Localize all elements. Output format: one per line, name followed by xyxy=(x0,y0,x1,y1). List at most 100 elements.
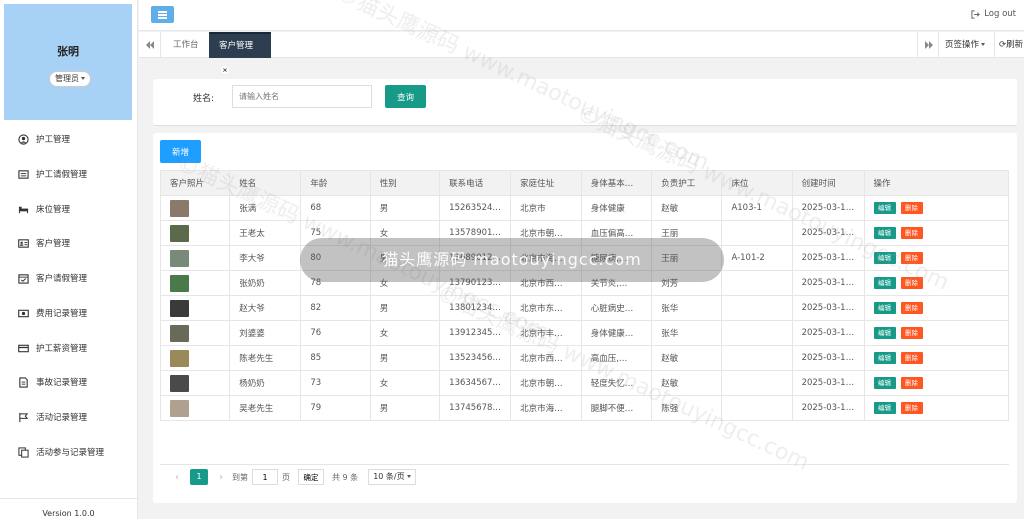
sidebar-item-nurse-leave[interactable]: 护工请假管理 xyxy=(0,160,137,188)
delete-button[interactable]: 删除 xyxy=(900,202,923,214)
photo-cell xyxy=(159,245,231,271)
edit-button[interactable]: 编辑 xyxy=(873,202,896,214)
money-icon xyxy=(18,309,29,317)
sidebar-item-label: 费用记录管理 xyxy=(36,309,88,319)
address-cell: 北京市东… xyxy=(510,295,582,321)
delete-button[interactable]: 删除 xyxy=(900,227,923,239)
sidebar-item-customer-leave[interactable]: 客户请假管理 xyxy=(0,264,137,292)
tab-ops-label: 页签操作 xyxy=(945,40,980,50)
edit-button[interactable]: 编辑 xyxy=(873,327,896,339)
created-cell: 2025-03-1… xyxy=(791,245,865,271)
sidebar-item-label: 活动记录管理 xyxy=(36,413,88,423)
delete-button[interactable]: 删除 xyxy=(900,327,923,339)
add-customer-button[interactable]: 新增 xyxy=(160,140,201,163)
nurse-cell: 赵敏 xyxy=(651,195,723,221)
search-button[interactable]: 查询 xyxy=(385,85,426,108)
search-panel: 姓名: 查询 xyxy=(153,79,1017,126)
created-cell: 2025-03-1… xyxy=(791,320,865,346)
customer-photo xyxy=(170,299,189,317)
created-cell: 2025-03-1… xyxy=(791,270,865,296)
age-cell: 68 xyxy=(300,195,371,221)
page-jump-confirm-button[interactable]: 确定 xyxy=(298,469,324,485)
age-cell: 79 xyxy=(300,395,371,421)
table-row: 赵大爷 82 男 13801234… 北京市东… 心脏病史… 张华 2025-03-1… 编辑删… xyxy=(159,295,1010,321)
phone-cell: 13912345… xyxy=(439,320,512,346)
created-cell: 2025-03-1… xyxy=(791,345,865,371)
close-icon[interactable]: × xyxy=(221,65,229,74)
sidebar-item-customer[interactable]: 客户管理 xyxy=(0,229,137,257)
name-cell: 赵大爷 xyxy=(229,295,302,321)
page-1-button[interactable]: 1 xyxy=(190,469,208,485)
nurse-cell: 陈强 xyxy=(651,395,723,421)
health-cell: 轻度失忆… xyxy=(580,370,653,396)
menu-toggle-button[interactable] xyxy=(151,6,174,23)
edit-button[interactable]: 编辑 xyxy=(873,402,896,414)
sidebar-item-label: 事故记录管理 xyxy=(36,378,88,388)
sidebar-item-salary[interactable]: 护工薪资管理 xyxy=(0,334,137,362)
health-cell: 腿脚不便… xyxy=(580,395,653,421)
phone-cell: 13801234… xyxy=(439,295,512,321)
tab-operations-dropdown[interactable]: 页签操作 xyxy=(945,32,986,58)
delete-button[interactable]: 删除 xyxy=(900,402,923,414)
name-cell: 李大爷 xyxy=(229,245,302,271)
bed-icon xyxy=(18,206,29,213)
edit-button[interactable]: 编辑 xyxy=(873,302,896,314)
phone-cell: 13745678… xyxy=(439,395,512,421)
next-page-icon[interactable]: › xyxy=(214,472,228,483)
phone-cell: 13523456… xyxy=(439,345,512,371)
caret-down-icon xyxy=(981,43,986,46)
address-cell: 北京市 xyxy=(510,195,582,221)
page-size-select[interactable]: 10 条/页 xyxy=(368,469,416,485)
sidebar-item-accident[interactable]: 事故记录管理 xyxy=(0,368,137,396)
copy-icon xyxy=(18,446,29,458)
sidebar-item-label: 客户管理 xyxy=(36,239,71,249)
name-cell: 张满 xyxy=(229,195,302,221)
bed-cell xyxy=(721,370,793,396)
tab-workbench[interactable]: 工作台 xyxy=(163,32,209,58)
sidebar-item-nurse[interactable]: 护工管理 xyxy=(0,125,137,153)
table-row: 刘婆婆 76 女 13912345… 北京市丰… 身体健康… 张华 2025-03-1… 编辑删… xyxy=(159,320,1010,346)
sidebar-item-label: 床位管理 xyxy=(36,205,71,215)
sidebar-item-activity-join[interactable]: 活动参与记录管理 xyxy=(0,438,137,466)
nurse-cell: 赵敏 xyxy=(651,370,723,396)
age-cell: 82 xyxy=(300,295,371,321)
edit-button[interactable]: 编辑 xyxy=(873,252,896,264)
refresh-button[interactable]: ⟳刷新 xyxy=(994,32,1024,58)
edit-button[interactable]: 编辑 xyxy=(873,227,896,239)
role-dropdown[interactable]: 管理员 xyxy=(49,71,91,87)
edit-button[interactable]: 编辑 xyxy=(873,352,896,364)
col-name: 姓名 xyxy=(229,170,302,196)
phone-cell: 13634567… xyxy=(439,370,512,396)
name-label: 姓名: xyxy=(193,94,215,104)
gender-cell: 女 xyxy=(369,320,441,346)
delete-button[interactable]: 删除 xyxy=(900,352,923,364)
edit-button[interactable]: 编辑 xyxy=(873,377,896,389)
page-jump-input[interactable] xyxy=(252,469,278,485)
name-search-input[interactable] xyxy=(232,85,372,108)
delete-button[interactable]: 删除 xyxy=(900,252,923,264)
flag-icon xyxy=(19,412,29,422)
logout-link[interactable]: Log out xyxy=(971,9,1016,19)
delete-button[interactable]: 删除 xyxy=(900,302,923,314)
edit-button[interactable]: 编辑 xyxy=(873,277,896,289)
created-cell: 2025-03-1… xyxy=(791,220,865,246)
gender-cell: 男 xyxy=(369,195,441,221)
credit-card-icon xyxy=(18,344,29,352)
watermark-banner: 猫头鹰源码 maotouyingcc.com xyxy=(300,238,724,282)
col-nurse: 负责护工 xyxy=(651,170,723,196)
role-label: 管理员 xyxy=(55,74,79,83)
delete-button[interactable]: 删除 xyxy=(900,277,923,289)
sidebar-item-bed[interactable]: 床位管理 xyxy=(0,195,137,223)
age-cell: 85 xyxy=(300,345,371,371)
customer-photo xyxy=(170,399,189,417)
tab-customer-management[interactable]: 客户管理 × xyxy=(209,32,271,74)
prev-page-icon[interactable]: ‹ xyxy=(170,472,184,483)
tab-scroll-left-button[interactable] xyxy=(139,32,161,58)
sidebar-item-fee[interactable]: 费用记录管理 xyxy=(0,299,137,327)
sidebar-item-activity[interactable]: 活动记录管理 xyxy=(0,403,137,431)
delete-button[interactable]: 删除 xyxy=(900,377,923,389)
address-cell: 北京市丰… xyxy=(510,320,582,346)
tab-scroll-right-button[interactable] xyxy=(917,32,939,58)
name-cell: 王老太 xyxy=(229,220,302,246)
photo-cell xyxy=(159,320,231,346)
